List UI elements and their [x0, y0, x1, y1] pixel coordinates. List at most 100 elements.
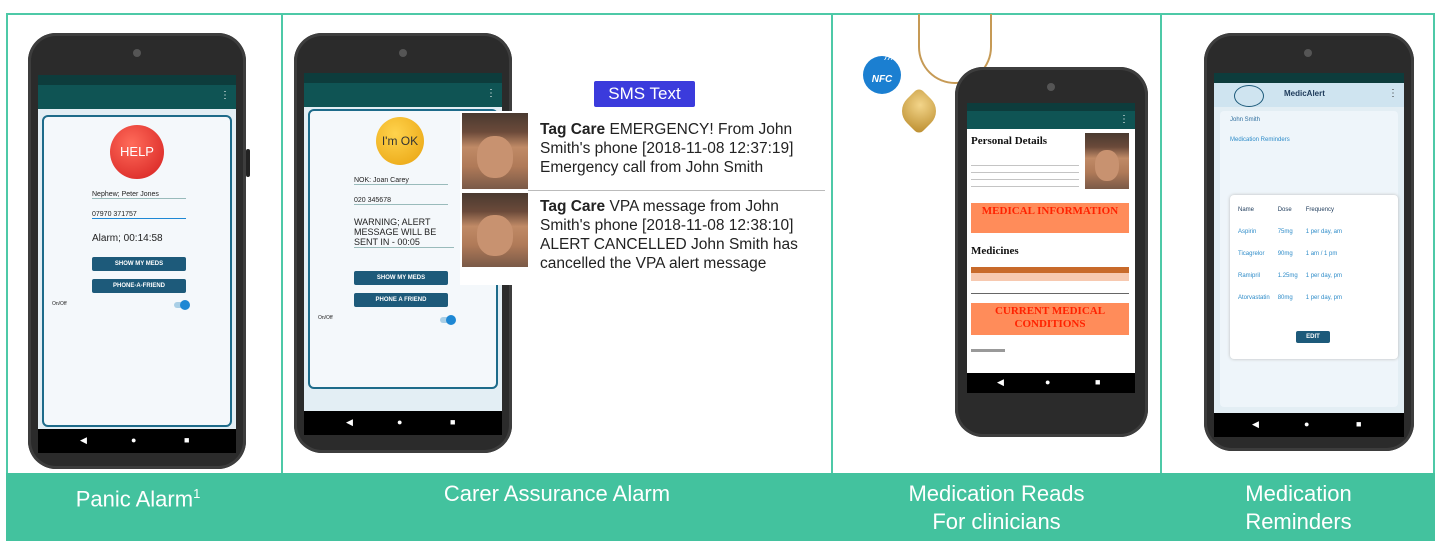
recents-icon[interactable]: ■ — [1095, 377, 1100, 387]
caption-medication-reads: Medication Reads For clinicians — [833, 480, 1160, 536]
caption-line-1: Medication Reads — [908, 481, 1085, 506]
panic-card: HELP Nephew; Peter Jones 07970 371757 Al… — [42, 115, 232, 427]
sms-text-badge: SMS Text — [594, 81, 695, 107]
caption-line-2: Reminders — [1245, 509, 1352, 534]
header-frequency: Frequency — [1305, 207, 1335, 213]
side-button — [246, 149, 250, 177]
back-icon[interactable]: ◀ — [80, 435, 87, 446]
toggle-label: On/Off — [52, 301, 67, 307]
app-bar: ⋮ — [304, 83, 502, 107]
nfc-screen: ⋮ Personal Details MEDICAL INFORMATION M… — [967, 103, 1135, 393]
help-button[interactable]: HELP — [110, 125, 164, 179]
user-name: John Smith — [1230, 117, 1261, 123]
medication-reminders-link[interactable]: Medication Reminders — [1230, 137, 1290, 143]
im-ok-label: I'm OK — [381, 134, 419, 148]
nav-bar: ◀ ● ■ — [1214, 413, 1404, 437]
med-frequency: 1 am / 1 pm — [1305, 251, 1338, 257]
divider — [281, 13, 283, 541]
home-icon[interactable]: ● — [397, 417, 402, 427]
med-name: Ticagrelor — [1238, 251, 1265, 257]
message-separator — [528, 190, 825, 191]
status-bar — [1214, 73, 1404, 83]
back-icon[interactable]: ◀ — [997, 377, 1004, 388]
overflow-menu-icon[interactable]: ⋮ — [486, 89, 496, 99]
medical-information-banner: MEDICAL INFORMATION — [971, 203, 1129, 233]
home-icon[interactable]: ● — [131, 435, 136, 445]
med-name: Atorvastatin — [1238, 295, 1270, 301]
camera-icon — [133, 49, 141, 57]
table-row[interactable]: Atorvastatin 80mg 1 per day, pm — [1234, 287, 1346, 309]
condition-line — [971, 349, 1005, 352]
table-header-row: Name Dose Frequency — [1234, 199, 1346, 221]
im-ok-button[interactable]: I'm OK — [376, 117, 424, 165]
caption-medication-reminders: Medication Reminders — [1162, 480, 1435, 536]
john-smith-photo — [462, 113, 528, 189]
back-icon[interactable]: ◀ — [1252, 419, 1259, 430]
phone-friend-button[interactable]: PHONE-A-FRIEND — [92, 279, 186, 293]
med-frequency: 1 per day, pm — [1305, 273, 1342, 279]
app-bar: MedicAlert ⋮ — [1214, 83, 1404, 107]
reminders-screen: MedicAlert ⋮ John Smith Medication Remin… — [1214, 73, 1404, 437]
caption-panic-text: Panic Alarm — [75, 486, 194, 512]
home-icon[interactable]: ● — [1045, 377, 1050, 387]
john-smith-photo — [1085, 133, 1129, 189]
sms-message-1: Tag Care EMERGENCY! From John Smith's ph… — [540, 120, 825, 177]
phone-friend-button[interactable]: PHONE A FRIEND — [354, 293, 448, 307]
wifi-signal-icon: ))) — [884, 50, 894, 61]
phone-nfc: ⋮ Personal Details MEDICAL INFORMATION M… — [955, 67, 1148, 437]
nok-field[interactable]: Nephew; Peter Jones — [92, 191, 186, 199]
overflow-menu-icon[interactable]: ⋮ — [220, 91, 230, 101]
medication-table-card: Name Dose Frequency Aspirin 75mg 1 per d… — [1230, 195, 1398, 359]
recents-icon[interactable]: ■ — [1356, 419, 1361, 429]
msg2-sender: Tag Care — [540, 198, 606, 215]
show-meds-button[interactable]: SHOW MY MEDS — [354, 271, 448, 285]
table-row[interactable]: Ticagrelor 90mg 1 am / 1 pm — [1234, 243, 1346, 265]
caption-line-2: For clinicians — [932, 509, 1061, 534]
current-conditions-banner: CURRENT MEDICAL CONDITIONS — [971, 303, 1129, 335]
med-name: Ramipril — [1238, 273, 1261, 279]
status-bar — [304, 73, 502, 83]
phone-reminders: MedicAlert ⋮ John Smith Medication Remin… — [1204, 33, 1414, 451]
help-label: HELP — [120, 144, 154, 159]
on-off-toggle[interactable] — [440, 315, 456, 325]
camera-icon — [1047, 83, 1055, 91]
sms-messages: Tag Care EMERGENCY! From John Smith's ph… — [460, 111, 825, 285]
recents-icon[interactable]: ■ — [184, 435, 189, 445]
show-meds-button[interactable]: SHOW MY MEDS — [92, 257, 186, 271]
med-dose: 80mg — [1277, 295, 1293, 301]
nok-field[interactable]: NOK: Joan Carey — [354, 177, 448, 185]
camera-icon — [1304, 49, 1312, 57]
divider — [831, 13, 833, 541]
details-lines — [971, 159, 1079, 189]
home-icon[interactable]: ● — [1304, 419, 1309, 429]
med-dose: 75mg — [1277, 229, 1293, 235]
nfc-label: NFC — [871, 74, 893, 85]
table-row[interactable]: Aspirin 75mg 1 per day, am — [1234, 221, 1346, 243]
app-title: MedicAlert — [1284, 89, 1325, 98]
med-frequency: 1 per day, am — [1305, 229, 1342, 235]
med-frequency: 1 per day, pm — [1305, 295, 1342, 301]
camera-icon — [399, 49, 407, 57]
medicalert-logo-icon — [1234, 85, 1264, 107]
header-name: Name — [1238, 207, 1255, 213]
med-dose: 90mg — [1277, 251, 1293, 257]
overflow-menu-icon[interactable]: ⋮ — [1119, 115, 1129, 125]
table-row[interactable]: Ramipril 1.25mg 1 per day, pm — [1234, 265, 1346, 287]
status-bar — [967, 103, 1135, 111]
toggle-label: On/Off — [318, 315, 333, 321]
app-bar: ⋮ — [967, 111, 1135, 129]
phone-field[interactable]: 020 345678 — [354, 197, 448, 205]
edit-button[interactable]: EDIT — [1296, 331, 1330, 343]
phone-field[interactable]: 07970 371757 — [92, 211, 186, 219]
alarm-countdown: Alarm; 00:14:58 — [92, 233, 163, 244]
sms-message-2: Tag Care VPA message from John Smith's p… — [540, 197, 825, 273]
divider — [1160, 13, 1162, 541]
phone-panic: ⋮ HELP Nephew; Peter Jones 07970 371757 … — [28, 33, 250, 469]
on-off-toggle[interactable] — [174, 300, 190, 310]
status-bar — [38, 75, 236, 85]
nav-bar: ◀ ● ■ — [38, 429, 236, 453]
header-dose: Dose — [1277, 207, 1292, 213]
back-icon[interactable]: ◀ — [346, 417, 353, 428]
overflow-menu-icon[interactable]: ⋮ — [1388, 89, 1398, 99]
recents-icon[interactable]: ■ — [450, 417, 455, 427]
